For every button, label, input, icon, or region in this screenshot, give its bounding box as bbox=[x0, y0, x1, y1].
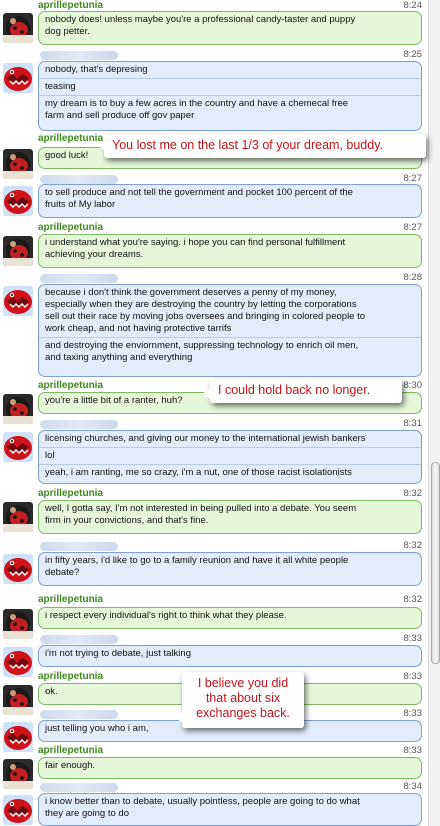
message-text: sell out their race by moving jobs overs… bbox=[45, 311, 366, 322]
message-bubble: nobody does! unless maybe you're a profe… bbox=[38, 11, 422, 45]
message-text: because i don't think the government des… bbox=[45, 287, 337, 298]
redacted-sender-name bbox=[40, 274, 118, 283]
sender-name: aprillepetunia bbox=[38, 671, 104, 682]
message-text: i respect every individual's right to th… bbox=[45, 610, 287, 621]
message-divider bbox=[39, 337, 421, 338]
red-ladybug-avatar-icon[interactable] bbox=[3, 13, 33, 43]
sender-name: aprillepetunia bbox=[38, 745, 104, 756]
message-text: especially when they are destroying the … bbox=[45, 299, 357, 310]
message-text: they are going to do bbox=[45, 808, 129, 819]
message-bubble: fair enough. bbox=[38, 757, 422, 779]
message-text: to sell produce and not tell the governm… bbox=[45, 187, 353, 198]
red-creature-avatar-icon[interactable] bbox=[3, 432, 33, 462]
message-text: teasing bbox=[45, 81, 76, 92]
message-text: dog petter. bbox=[45, 26, 90, 37]
message-text: i know better than to debate, usually po… bbox=[45, 796, 360, 807]
red-ladybug-avatar-icon[interactable] bbox=[3, 394, 33, 424]
timestamp: 8:25 bbox=[403, 49, 423, 60]
message-text: firm in your convictions, and that's fin… bbox=[45, 515, 209, 526]
redacted-sender-name bbox=[40, 710, 118, 719]
red-ladybug-avatar-icon[interactable] bbox=[3, 609, 33, 639]
message-divider bbox=[39, 447, 421, 448]
sender-name: aprillepetunia bbox=[38, 488, 104, 499]
red-creature-avatar-icon[interactable] bbox=[3, 63, 33, 93]
message-text: fruits of My labor bbox=[45, 199, 116, 210]
redacted-sender-name bbox=[40, 420, 118, 429]
timestamp: 8:33 bbox=[403, 708, 423, 719]
message-text: and taxing anything and everything bbox=[45, 352, 193, 363]
sender-name: aprillepetunia bbox=[38, 133, 104, 144]
timestamp: 8:33 bbox=[403, 745, 423, 756]
message-text: i understand what you're saying. i hope … bbox=[45, 237, 346, 248]
timestamp: 8:33 bbox=[403, 633, 423, 644]
sender-name: aprillepetunia bbox=[38, 594, 104, 605]
message-text: farm and sell produce off gov paper bbox=[45, 110, 195, 121]
red-ladybug-avatar-icon[interactable] bbox=[3, 685, 33, 715]
red-creature-avatar-icon[interactable] bbox=[3, 186, 33, 216]
redacted-sender-name bbox=[40, 175, 118, 184]
message-text: my dream is to buy a few acres in the co… bbox=[45, 98, 349, 109]
message-bubble: to sell produce and not tell the governm… bbox=[38, 184, 422, 218]
red-ladybug-avatar-icon[interactable] bbox=[3, 759, 33, 789]
message-divider bbox=[39, 95, 421, 96]
message-text: debate? bbox=[45, 567, 80, 578]
message-text: yeah, i am ranting, me so crazy, i'm a n… bbox=[45, 467, 352, 478]
timestamp: 8:30 bbox=[403, 380, 423, 391]
message-text: work cheap, and not having protective ta… bbox=[45, 323, 232, 334]
timestamp: 8:28 bbox=[403, 272, 423, 283]
redacted-sender-name bbox=[40, 542, 118, 551]
red-creature-avatar-icon[interactable] bbox=[3, 286, 33, 316]
message-text: in fifty years, i'd like to go to a fami… bbox=[45, 555, 349, 566]
message-text: i'm not trying to debate, just talking bbox=[45, 648, 191, 659]
timestamp: 8:31 bbox=[403, 418, 423, 429]
scrollbar-thumb[interactable] bbox=[431, 462, 440, 664]
timestamp: 8:27 bbox=[403, 222, 423, 233]
message-bubble: i know better than to debate, usually po… bbox=[38, 793, 422, 826]
message-bubble: i respect every individual's right to th… bbox=[38, 607, 422, 629]
red-ladybug-avatar-icon[interactable] bbox=[3, 149, 33, 179]
message-bubble: i'm not trying to debate, just talking bbox=[38, 645, 422, 667]
timestamp: 8:32 bbox=[403, 540, 423, 551]
message-divider bbox=[39, 78, 421, 79]
timestamp: 8:33 bbox=[403, 671, 423, 682]
message-text: licensing churches, and giving our money… bbox=[45, 433, 366, 444]
annotation-callout: You lost me on the last 1/3 of your drea… bbox=[96, 134, 426, 158]
timestamp: 8:34 bbox=[403, 781, 423, 792]
timestamp: 8:32 bbox=[403, 594, 423, 605]
message-bubble: nobody, that's depresing teasing my dream … bbox=[38, 61, 422, 131]
message-text: nobody, that's depresing bbox=[45, 64, 148, 75]
redacted-sender-name bbox=[40, 635, 118, 644]
message-text: and destroying the enviornment, suppress… bbox=[45, 340, 359, 351]
message-divider bbox=[39, 464, 421, 465]
red-creature-avatar-icon[interactable] bbox=[3, 795, 33, 825]
red-ladybug-avatar-icon[interactable] bbox=[3, 502, 33, 532]
sender-name: aprillepetunia bbox=[38, 222, 104, 233]
message-bubble: because i don't think the government des… bbox=[38, 284, 422, 377]
message-text: nobody does! unless maybe you're a profe… bbox=[45, 14, 356, 25]
message-text: fair enough. bbox=[45, 760, 96, 771]
annotation-callout: I believe you did that about six exchang… bbox=[172, 672, 304, 728]
redacted-sender-name bbox=[40, 783, 118, 792]
sender-name: aprillepetunia bbox=[38, 380, 104, 391]
red-creature-avatar-icon[interactable] bbox=[3, 722, 33, 752]
message-text: achieving your dreams. bbox=[45, 249, 144, 260]
message-text: well, I gotta say, I'm not interested in… bbox=[45, 503, 357, 514]
annotation-callout: I could hold back no longer. bbox=[202, 379, 402, 403]
message-bubble: in fifty years, i'd like to go to a fami… bbox=[38, 552, 422, 586]
vertical-scrollbar[interactable] bbox=[428, 0, 440, 826]
red-creature-avatar-icon[interactable] bbox=[3, 554, 33, 584]
red-creature-avatar-icon[interactable] bbox=[3, 647, 33, 677]
message-bubble: licensing churches, and giving our money… bbox=[38, 430, 422, 484]
message-bubble: i understand what you're saying. i hope … bbox=[38, 234, 422, 268]
timestamp: 8:32 bbox=[403, 488, 423, 499]
redacted-sender-name bbox=[40, 51, 118, 60]
message-text: lol bbox=[45, 450, 55, 461]
red-ladybug-avatar-icon[interactable] bbox=[3, 236, 33, 266]
message-bubble: well, I gotta say, I'm not interested in… bbox=[38, 500, 422, 534]
